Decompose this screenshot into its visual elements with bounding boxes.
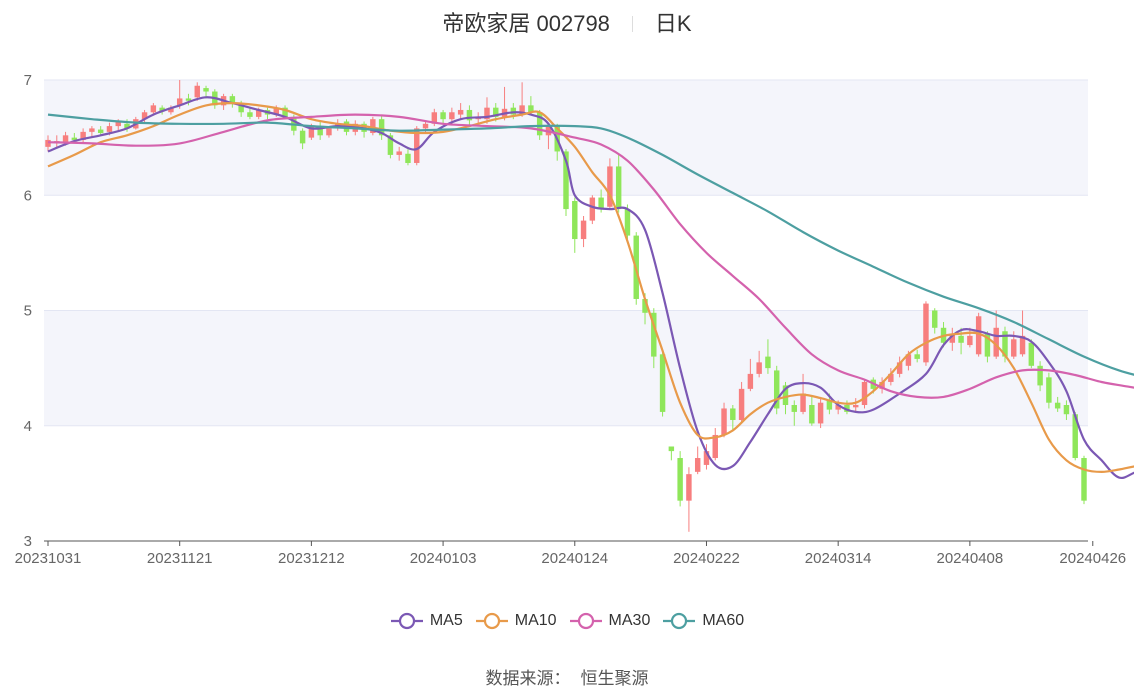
y-tick-label: 3 xyxy=(24,533,32,550)
candle-body xyxy=(1028,342,1035,366)
candle-body xyxy=(668,446,675,452)
x-tick-label: 20240222 xyxy=(673,550,740,567)
x-tick-label: 20231212 xyxy=(278,550,345,567)
data-source: 数据来源： 恒生聚源 xyxy=(0,664,1134,689)
candle-body xyxy=(1063,405,1070,415)
legend-item-ma60[interactable]: MA60 xyxy=(662,612,744,630)
candle-body xyxy=(686,474,692,501)
candle-body xyxy=(765,356,771,369)
candle-body xyxy=(89,128,95,132)
candle-body xyxy=(721,408,727,435)
legend-item-ma10[interactable]: MA10 xyxy=(475,612,557,630)
y-tick-label: 7 xyxy=(24,72,32,89)
y-tick-label: 5 xyxy=(24,303,32,320)
candle-body xyxy=(194,85,200,98)
candle-body xyxy=(299,130,306,144)
x-tick-label: 20231121 xyxy=(147,550,213,567)
legend-marker-icon xyxy=(475,612,508,630)
x-tick-label: 20240103 xyxy=(410,550,477,567)
legend-label: MA5 xyxy=(429,612,463,629)
candle-body xyxy=(747,373,754,389)
candle-body xyxy=(967,335,973,346)
candle-body xyxy=(817,402,824,424)
candle-body xyxy=(247,112,253,117)
candle-body xyxy=(800,393,806,412)
candle-body xyxy=(694,458,701,472)
legend-marker-icon xyxy=(390,612,423,630)
source-label: 数据来源： xyxy=(485,669,571,688)
candle-body xyxy=(923,303,929,363)
candle-body xyxy=(730,408,736,420)
legend-label: MA30 xyxy=(608,612,651,629)
candle-body xyxy=(861,381,868,406)
candle-body xyxy=(958,335,964,343)
x-tick-label: 20240124 xyxy=(541,550,608,567)
legend-item-ma5[interactable]: MA5 xyxy=(390,612,463,630)
candle-body xyxy=(809,405,815,424)
candle-body xyxy=(624,209,631,236)
candle-body xyxy=(1011,339,1017,357)
x-tick-label: 20231031 xyxy=(15,550,82,567)
x-tick-label: 20240426 xyxy=(1059,550,1126,567)
candlestick-chart: 3 4 5 6 7 20231031 20231121 20231212 20240103 202… xyxy=(15,72,1134,567)
legend-item-ma30[interactable]: MA30 xyxy=(569,612,651,630)
candle-body xyxy=(203,88,209,92)
candle-body xyxy=(1054,402,1061,409)
candle-body xyxy=(326,128,332,136)
legend: MA5 MA10 MA30 MA60 xyxy=(0,612,1134,635)
candle-body xyxy=(45,139,51,147)
candle-body xyxy=(572,201,578,240)
candle-body xyxy=(615,166,622,210)
candle-body xyxy=(1081,458,1087,501)
x-tick-label: 20240314 xyxy=(805,550,872,567)
y-tick-label: 6 xyxy=(24,187,32,204)
candle-body xyxy=(457,109,464,115)
candle-body xyxy=(449,112,455,120)
legend-marker-icon xyxy=(569,612,602,630)
legend-label: MA60 xyxy=(702,612,745,629)
candle-body xyxy=(738,388,745,420)
candle-body xyxy=(405,153,411,163)
candle-body xyxy=(677,458,683,501)
candle-body xyxy=(589,197,596,221)
candle-body xyxy=(914,354,920,359)
candle-body xyxy=(1046,377,1052,403)
x-tick-label: 20240408 xyxy=(936,550,1003,567)
candle-body xyxy=(580,220,587,240)
candle-body xyxy=(106,126,113,132)
candle-body xyxy=(440,112,446,120)
source-value: 恒生聚源 xyxy=(580,669,649,688)
candle-body xyxy=(853,405,859,408)
candle-body xyxy=(150,105,157,113)
candle-body xyxy=(932,310,938,328)
legend-label: MA10 xyxy=(514,612,557,629)
candle-body xyxy=(659,354,666,412)
candle-body xyxy=(97,129,104,134)
candle-body xyxy=(396,151,402,155)
y-tick-label: 4 xyxy=(24,418,32,435)
candle-body xyxy=(422,123,429,129)
candle-body xyxy=(791,405,797,412)
legend-marker-icon xyxy=(663,612,696,630)
candle-body xyxy=(62,135,69,143)
candle-body xyxy=(756,362,762,374)
